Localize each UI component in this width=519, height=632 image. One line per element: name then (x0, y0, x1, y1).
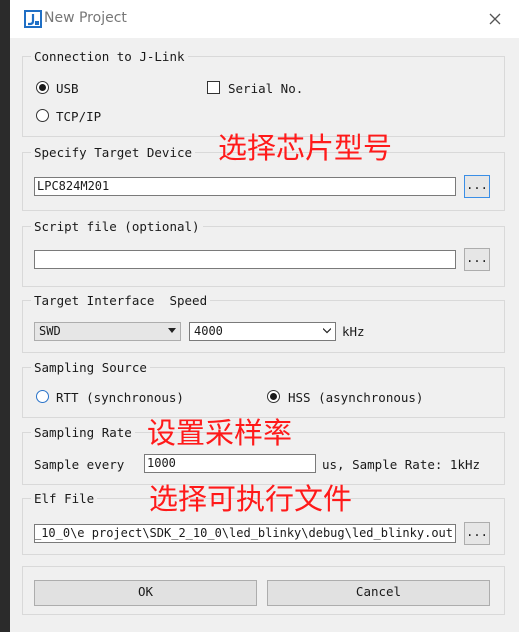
rtt-label: RTT (synchronous) (56, 390, 184, 405)
usb-label: USB (56, 81, 79, 96)
serial-no-checkbox[interactable] (207, 81, 220, 94)
target-device-input[interactable]: LPC824M201 (34, 177, 456, 196)
speed-select[interactable]: 4000 (189, 322, 336, 341)
ok-button[interactable]: OK (34, 580, 257, 606)
close-icon[interactable] (486, 10, 504, 28)
sample-every-label: Sample every (34, 457, 125, 472)
connection-legend: Connection to J-Link (34, 49, 185, 64)
hss-radio[interactable] (267, 390, 280, 403)
interface-value: SWD (39, 324, 61, 338)
script-file-browse-button[interactable]: ... (464, 248, 490, 271)
sample-rate-label: us, Sample Rate: 1kHz (322, 457, 481, 472)
sampling-rate-legend: Sampling Rate (34, 425, 132, 440)
sample-interval-input[interactable]: 1000 (144, 454, 316, 473)
tcpip-label: TCP/IP (56, 109, 102, 124)
elf-file-input[interactable]: ject\TEST\SDK_2_10_0\e project\SDK_2_10_… (34, 524, 456, 543)
serial-no-label: Serial No. (228, 81, 304, 96)
chevron-down-icon (323, 328, 331, 334)
window-title: New Project (44, 10, 127, 26)
tcpip-radio[interactable] (36, 109, 49, 122)
chevron-down-icon (168, 328, 176, 333)
annotation-select-device: 选择芯片型号 (218, 131, 393, 165)
script-file-input[interactable] (34, 250, 456, 269)
usb-radio[interactable] (36, 81, 49, 94)
target-device-browse-button[interactable]: ... (464, 175, 490, 198)
rtt-radio[interactable] (36, 390, 49, 403)
title-bar: New Project (10, 0, 519, 38)
sampling-source-legend: Sampling Source (34, 360, 147, 375)
elf-file-browse-button[interactable]: ... (464, 522, 490, 545)
new-project-dialog: New Project Connection to J-Link USB Ser… (10, 0, 519, 632)
cancel-button[interactable]: Cancel (267, 580, 490, 606)
target-device-legend: Specify Target Device (34, 145, 193, 160)
jlink-app-icon (24, 10, 42, 28)
interface-speed-legend: Target Interface Speed (34, 293, 208, 308)
sampling-source-group: Sampling Source (22, 360, 505, 418)
annotation-set-rate: 设置采样率 (147, 416, 293, 450)
elf-file-path: ject\TEST\SDK_2_10_0\e project\SDK_2_10_… (34, 526, 453, 540)
script-file-legend: Script file (optional) (34, 219, 200, 234)
elf-file-legend: Elf File (34, 491, 95, 506)
interface-select[interactable]: SWD (34, 322, 181, 341)
speed-value: 4000 (194, 324, 223, 338)
speed-unit-label: kHz (342, 324, 365, 339)
annotation-select-executable: 选择可执行文件 (149, 482, 353, 516)
hss-label: HSS (asynchronous) (288, 390, 424, 405)
